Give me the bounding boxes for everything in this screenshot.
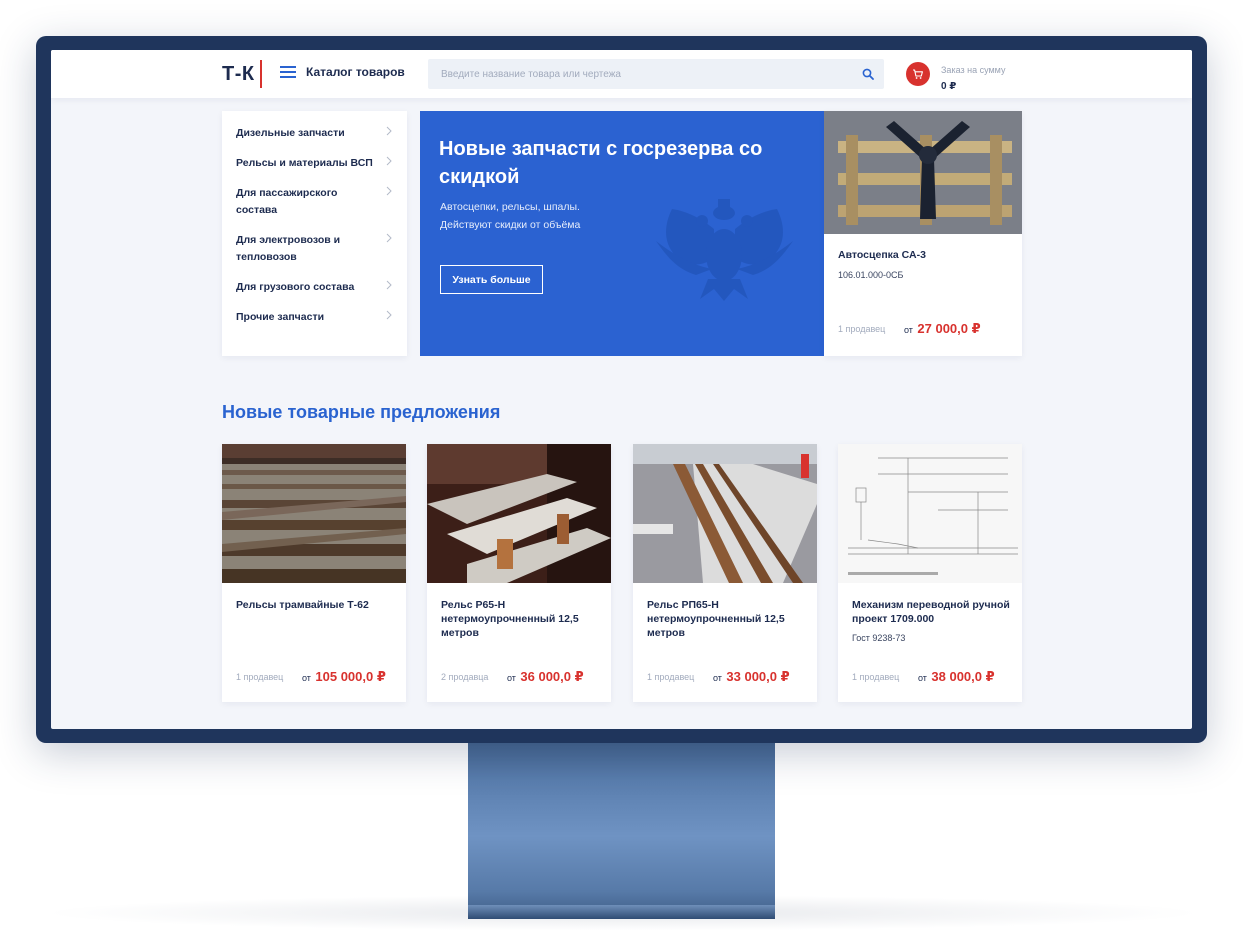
sidebar-item-diesel[interactable]: Дизельные запчасти [222,125,407,142]
product-code: Гост 9238-73 [852,633,906,643]
price-from-label: от [918,673,927,683]
learn-more-button[interactable]: Узнать больше [440,265,543,294]
product-image-coupler [824,111,1022,234]
sidebar-item-label: Для пассажирского состава [236,187,338,216]
website-screen: Т-К Каталог товаров Заказ на с [51,50,1192,729]
search-bar [428,59,884,89]
sidebar-item-label: Прочие запчасти [236,311,325,323]
sidebar-item-label: Дизельные запчасти [236,127,345,139]
cart-icon [913,69,923,79]
sidebar-item-other[interactable]: Прочие запчасти [222,309,407,326]
product-title: Рельс Р65-Н нетермоупрочненный 12,5 метр… [441,599,579,639]
product-image-rail-p65 [427,444,611,583]
banner-text-line-2: Действуют скидки от объёма [440,219,581,231]
sidebar-item-label: Рельсы и материалы ВСП [236,157,373,169]
chevron-right-icon [386,310,392,320]
sidebar-item-rails[interactable]: Рельсы и материалы ВСП [222,155,407,172]
sidebar-item-locomotives[interactable]: Для электровозов и тепловозов [222,232,407,266]
banner-title: Новые запчасти с госрезерва со скидкой [439,138,763,188]
mockup-stage: Т-К Каталог товаров Заказ на с [0,0,1243,937]
chevron-right-icon [386,280,392,290]
chevron-right-icon [386,233,392,243]
chevron-right-icon [386,156,392,166]
sellers-count: 1 продавец [647,672,695,682]
logo-text: Т-К [222,62,255,85]
cart-button[interactable] [906,62,930,86]
category-sidebar: Дизельные запчасти Рельсы и материалы ВС… [222,111,407,356]
order-label: Заказ на сумму [941,65,1006,75]
sellers-count: 1 продавец [852,672,900,682]
price-wrap: от 105 000,0 ₽ [302,668,386,686]
sidebar-item-label: Для грузового состава [236,281,355,293]
product-price: 38 000,0 ₽ [931,669,995,684]
featured-product-title: Автосцепка СА-3 [838,249,926,261]
monitor-stand [468,735,775,919]
price-from-label: от [904,325,913,335]
featured-sellers-count: 1 продавец [838,324,886,334]
price-from-label: от [302,673,311,683]
product-card[interactable]: Рельсы трамвайные Т-62 1 продавец от 105… [222,444,406,702]
promo-banner: Новые запчасти с госрезерва со скидкой А… [420,111,824,356]
price-from-label: от [507,673,516,683]
price-wrap: от 33 000,0 ₽ [713,668,790,686]
product-title: Рельсы трамвайные Т-62 [236,599,369,611]
featured-price-wrap: от 27 000,0 ₽ [904,320,981,338]
sellers-count: 2 продавца [441,672,489,682]
product-price: 36 000,0 ₽ [520,669,584,684]
product-title: Механизм переводной ручной проект 1709.0… [852,599,1010,625]
section-title-new-offers: Новые товарные предложения [222,402,501,422]
price-wrap: от 36 000,0 ₽ [507,668,584,686]
sidebar-item-passenger[interactable]: Для пассажирского состава [222,185,407,219]
order-sum: 0 ₽ [941,81,957,92]
product-card[interactable]: Рельс Р65-Н нетермоупрочненный 12,5 метр… [427,444,611,702]
site-header: Т-К Каталог товаров Заказ на с [51,50,1192,98]
product-card[interactable]: Механизм переводной ручной проект 1709.0… [838,444,1022,702]
product-price: 33 000,0 ₽ [726,669,790,684]
featured-price: 27 000,0 ₽ [917,321,981,336]
product-title: Рельс РП65-Н нетермоупрочненный 12,5 мет… [647,599,785,639]
search-input[interactable] [428,59,848,89]
price-wrap: от 38 000,0 ₽ [918,668,995,686]
product-card[interactable]: Рельс РП65-Н нетермоупрочненный 12,5 мет… [633,444,817,702]
catalog-button[interactable]: Каталог товаров [280,65,405,79]
chevron-right-icon [386,186,392,196]
search-icon[interactable] [862,68,874,80]
menu-icon [280,66,296,78]
featured-product-code: 106.01.000-0СБ [838,270,904,280]
product-image-rail-rp65 [633,444,817,583]
product-price: 105 000,0 ₽ [315,669,386,684]
sidebar-item-label: Для электровозов и тепловозов [236,234,341,263]
eagle-emblem-icon [656,199,793,301]
product-image-tram-rails [222,444,406,583]
catalog-label: Каталог товаров [306,65,405,79]
featured-product-card[interactable]: Автосцепка СА-3 106.01.000-0СБ 1 продаве… [824,111,1022,356]
banner-text-line-1: Автосцепки, рельсы, шпалы. [440,201,580,213]
chevron-right-icon [386,126,392,136]
price-from-label: от [713,673,722,683]
sellers-count: 1 продавец [236,672,284,682]
product-image-switch-drawing [838,444,1022,583]
sidebar-item-freight[interactable]: Для грузового состава [222,279,407,296]
logo[interactable]: Т-К [222,60,262,88]
logo-divider [259,60,262,88]
